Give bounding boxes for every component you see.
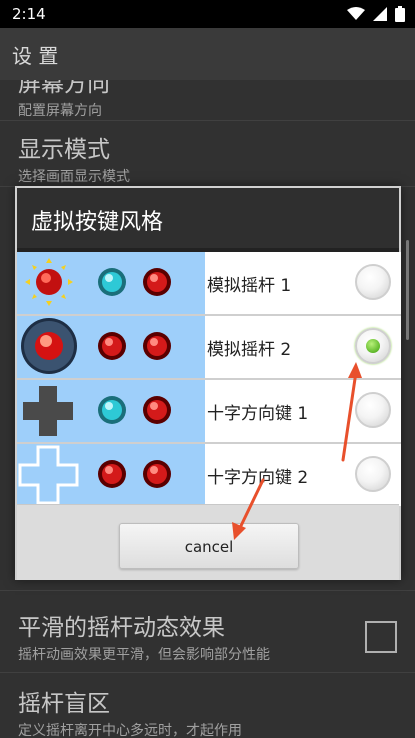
analog-stick-2-preview — [17, 316, 205, 378]
option-list: 模拟摇杆 1 模拟摇杆 2 十字方向键 1 十字方向键 2 — [17, 248, 401, 506]
option-label: 模拟摇杆 2 — [207, 340, 292, 360]
option-radio-selected[interactable] — [355, 328, 391, 364]
app-bar: 设 置 — [0, 28, 415, 80]
status-time: 2:14 — [12, 5, 46, 23]
dpad-2-preview — [17, 444, 205, 506]
option-radio-unselected[interactable] — [355, 264, 391, 300]
option-analog-stick-2[interactable]: 模拟摇杆 2 — [17, 316, 401, 378]
status-bar: 2:14 — [0, 0, 415, 28]
scrollbar[interactable] — [406, 240, 409, 340]
analog-stick-1-icon — [25, 258, 171, 306]
option-label: 十字方向键 1 — [207, 404, 309, 424]
option-dpad-1[interactable]: 十字方向键 1 — [17, 380, 401, 442]
option-label: 十字方向键 2 — [207, 468, 309, 488]
analog-stick-1-preview — [17, 252, 205, 314]
dpad-2-icon — [18, 445, 171, 505]
wifi-icon — [347, 7, 365, 20]
option-radio-unselected[interactable] — [355, 456, 391, 492]
status-icons — [347, 6, 405, 22]
battery-icon — [395, 6, 405, 22]
option-dpad-2[interactable]: 十字方向键 2 — [17, 444, 401, 506]
option-label: 模拟摇杆 1 — [207, 276, 292, 296]
option-radio-unselected[interactable] — [355, 392, 391, 428]
dpad-1-icon — [23, 386, 171, 436]
dialog-footer: cancel — [17, 504, 399, 580]
signal-icon — [373, 7, 387, 21]
analog-stick-2-icon — [21, 318, 171, 374]
dpad-1-preview — [17, 380, 205, 442]
virtual-key-style-dialog: 虚拟按键风格 模拟摇杆 1 模拟摇杆 2 十字方向键 1 十字方向键 2 can… — [15, 186, 401, 580]
dialog-header: 虚拟按键风格 — [17, 188, 399, 248]
cancel-button[interactable]: cancel — [119, 523, 299, 569]
page-title: 设 置 — [12, 44, 59, 68]
option-analog-stick-1[interactable]: 模拟摇杆 1 — [17, 252, 401, 314]
dialog-title: 虚拟按键风格 — [31, 210, 164, 235]
